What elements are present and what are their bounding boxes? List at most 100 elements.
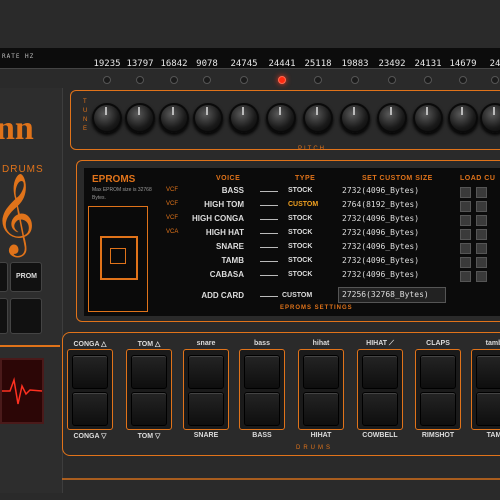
custom-size[interactable]: 2732(4096_Bytes) bbox=[342, 186, 419, 195]
rate-value: 25118 bbox=[304, 59, 332, 69]
voice-name: TAMB bbox=[221, 256, 244, 265]
load-checkbox[interactable] bbox=[476, 187, 487, 198]
led-indicator bbox=[491, 76, 499, 84]
drum-pad-group bbox=[357, 349, 403, 430]
tune-knob[interactable] bbox=[125, 103, 155, 133]
drum-pad-lower[interactable] bbox=[420, 392, 456, 426]
drum-pad-lower[interactable] bbox=[362, 392, 398, 426]
drum-pad-upper[interactable] bbox=[362, 355, 398, 389]
drum-pad-upper[interactable] bbox=[188, 355, 224, 389]
load-checkbox[interactable] bbox=[460, 215, 471, 226]
load-checkbox[interactable] bbox=[460, 243, 471, 254]
pad-top-label: CONGA △ bbox=[73, 341, 107, 348]
header-type: TYPE bbox=[295, 175, 316, 182]
led-indicator bbox=[314, 76, 322, 84]
led-indicator bbox=[388, 76, 396, 84]
tune-knob[interactable] bbox=[229, 103, 259, 133]
tune-knob[interactable] bbox=[413, 103, 443, 133]
voice-type[interactable]: STOCK bbox=[288, 271, 312, 278]
add-card-type[interactable]: CUSTOM bbox=[282, 292, 312, 299]
drum-pad-upper[interactable] bbox=[420, 355, 456, 389]
drum-pad-lower[interactable] bbox=[244, 392, 280, 426]
custom-size[interactable]: 2732(4096_Bytes) bbox=[342, 270, 419, 279]
drum-pad-group bbox=[126, 349, 172, 430]
drum-pad-group bbox=[415, 349, 461, 430]
pad-bottom-label: CONGA ▽ bbox=[73, 433, 107, 440]
voice-type[interactable]: STOCK bbox=[288, 229, 312, 236]
pad-bottom-label: COWBELL bbox=[362, 432, 398, 439]
rate-value: 9078 bbox=[196, 59, 218, 69]
drum-pad-upper[interactable] bbox=[303, 355, 339, 389]
led-indicator bbox=[240, 76, 248, 84]
voice-type[interactable]: STOCK bbox=[288, 257, 312, 264]
led-indicator bbox=[351, 76, 359, 84]
custom-size[interactable]: 2764(8192_Bytes) bbox=[342, 200, 419, 209]
load-checkbox[interactable] bbox=[476, 201, 487, 212]
tune-knob[interactable] bbox=[266, 103, 296, 133]
tune-knob[interactable] bbox=[303, 103, 333, 133]
load-checkbox[interactable] bbox=[476, 243, 487, 254]
prom-button[interactable]: PROM bbox=[10, 262, 42, 292]
voice-type[interactable]: STOCK bbox=[288, 215, 312, 222]
load-checkbox[interactable] bbox=[476, 257, 487, 268]
custom-size[interactable]: 2732(4096_Bytes) bbox=[342, 242, 419, 251]
voice-type[interactable]: STOCK bbox=[288, 187, 312, 194]
rate-value: 24131 bbox=[414, 59, 442, 69]
tune-knob[interactable] bbox=[92, 103, 122, 133]
voice-type[interactable]: CUSTOM bbox=[288, 201, 318, 208]
left-button-1[interactable] bbox=[0, 262, 8, 292]
drum-pad-lower[interactable] bbox=[131, 392, 167, 426]
tune-knob[interactable] bbox=[448, 103, 478, 133]
drum-pad-lower[interactable] bbox=[476, 392, 500, 426]
left-button-2[interactable] bbox=[0, 298, 8, 334]
custom-size[interactable]: 2732(4096_Bytes) bbox=[342, 256, 419, 265]
pitch-label: PITCH bbox=[298, 146, 326, 152]
load-checkbox[interactable] bbox=[476, 215, 487, 226]
pad-top-label: TOM △ bbox=[137, 341, 161, 348]
drum-pad-upper[interactable] bbox=[476, 355, 500, 389]
rate-value: 23492 bbox=[378, 59, 406, 69]
rate-value: 14679 bbox=[449, 59, 477, 69]
pad-bottom-label: HIHAT bbox=[310, 432, 332, 439]
dash bbox=[260, 191, 278, 192]
tune-knob[interactable] bbox=[159, 103, 189, 133]
drum-pad-upper[interactable] bbox=[72, 355, 108, 389]
tune-knob[interactable] bbox=[340, 103, 370, 133]
dash bbox=[260, 233, 278, 234]
load-checkbox[interactable] bbox=[460, 187, 471, 198]
drum-pad-lower[interactable] bbox=[72, 392, 108, 426]
voice-name: HIGH CONGA bbox=[192, 214, 244, 223]
load-checkbox[interactable] bbox=[460, 229, 471, 240]
pad-top-label: snare bbox=[196, 340, 216, 347]
rate-label: RATE HZ bbox=[2, 53, 35, 60]
eproms-title: EPROMS bbox=[92, 174, 136, 185]
voice-type[interactable]: STOCK bbox=[288, 243, 312, 250]
tune-knob[interactable] bbox=[377, 103, 407, 133]
load-checkbox[interactable] bbox=[476, 271, 487, 282]
chip-core-icon bbox=[110, 248, 126, 264]
pad-bottom-label: TAM bbox=[486, 432, 500, 439]
drum-pad-lower[interactable] bbox=[188, 392, 224, 426]
load-checkbox[interactable] bbox=[460, 271, 471, 282]
rate-value: 19235 bbox=[93, 59, 121, 69]
drum-pad-upper[interactable] bbox=[244, 355, 280, 389]
custom-size[interactable]: 2732(4096_Bytes) bbox=[342, 214, 419, 223]
pad-bottom-label: SNARE bbox=[193, 432, 219, 439]
load-checkbox[interactable] bbox=[460, 201, 471, 212]
drum-pad-lower[interactable] bbox=[303, 392, 339, 426]
dash bbox=[260, 275, 278, 276]
tune-knob[interactable] bbox=[193, 103, 223, 133]
voice-name: BASS bbox=[221, 186, 244, 195]
left-button-3[interactable] bbox=[10, 298, 42, 334]
eproms-settings-button[interactable]: EPROMS SETTINGS bbox=[280, 305, 353, 311]
led-indicator-active bbox=[278, 76, 286, 84]
waveform-icon bbox=[2, 377, 43, 405]
load-checkbox[interactable] bbox=[476, 229, 487, 240]
drum-pad-upper[interactable] bbox=[131, 355, 167, 389]
load-checkbox[interactable] bbox=[460, 257, 471, 268]
rate-value: 19883 bbox=[341, 59, 369, 69]
add-card-size: 27256(32768_Bytes) bbox=[342, 290, 429, 299]
custom-size[interactable]: 2732(4096_Bytes) bbox=[342, 228, 419, 237]
brand-logo: nn bbox=[0, 110, 34, 147]
led-indicator bbox=[136, 76, 144, 84]
